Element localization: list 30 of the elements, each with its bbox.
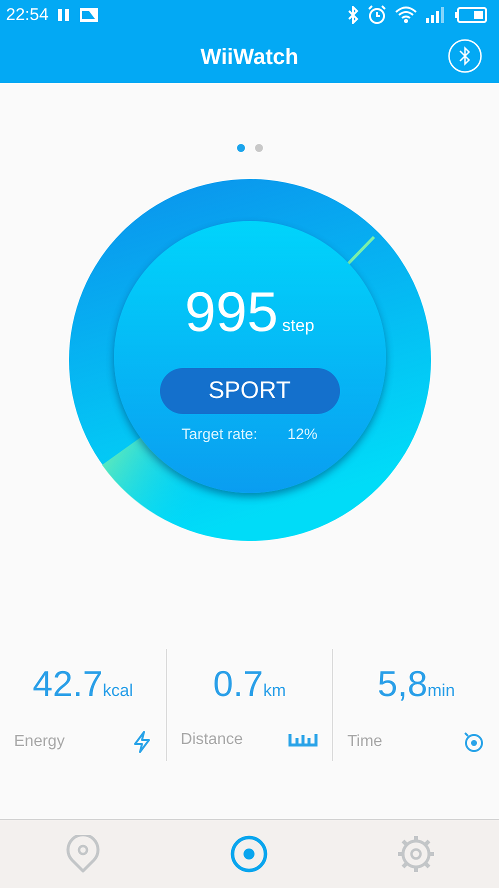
pause-icon [56,8,71,22]
stat-value: 0.7 [213,663,264,705]
target-rate-value: 12% [287,426,318,443]
stat-label: Energy [14,733,65,751]
stat-label: Distance [180,731,243,749]
lightning-icon [132,731,152,753]
bluetooth-button[interactable] [448,39,482,73]
app-title: WiiWatch [200,44,298,70]
stat-value: 5,8 [377,663,428,705]
location-pin-tab[interactable] [66,835,100,873]
alarm-icon [367,5,387,25]
image-icon [78,7,99,23]
stat-unit: km [263,681,286,701]
step-unit: step [282,316,314,336]
battery-icon [455,7,487,23]
stopwatch-icon [463,731,486,753]
stat-label: Time [347,733,382,751]
settings-tab[interactable] [396,834,436,874]
wifi-icon [395,6,417,24]
ruler-icon [288,733,318,747]
bluetooth-icon [347,6,359,24]
stat-value: 42.7 [32,663,103,705]
sport-tab[interactable] [230,835,268,873]
target-rate-label: Target rate: [182,426,258,443]
stat-unit: kcal [102,681,133,701]
stat-unit: min [428,681,455,701]
status-time: 22:54 [6,5,49,25]
sport-button[interactable]: SPORT [160,368,340,414]
step-count: 995 [184,279,278,344]
signal-icon [425,6,447,24]
